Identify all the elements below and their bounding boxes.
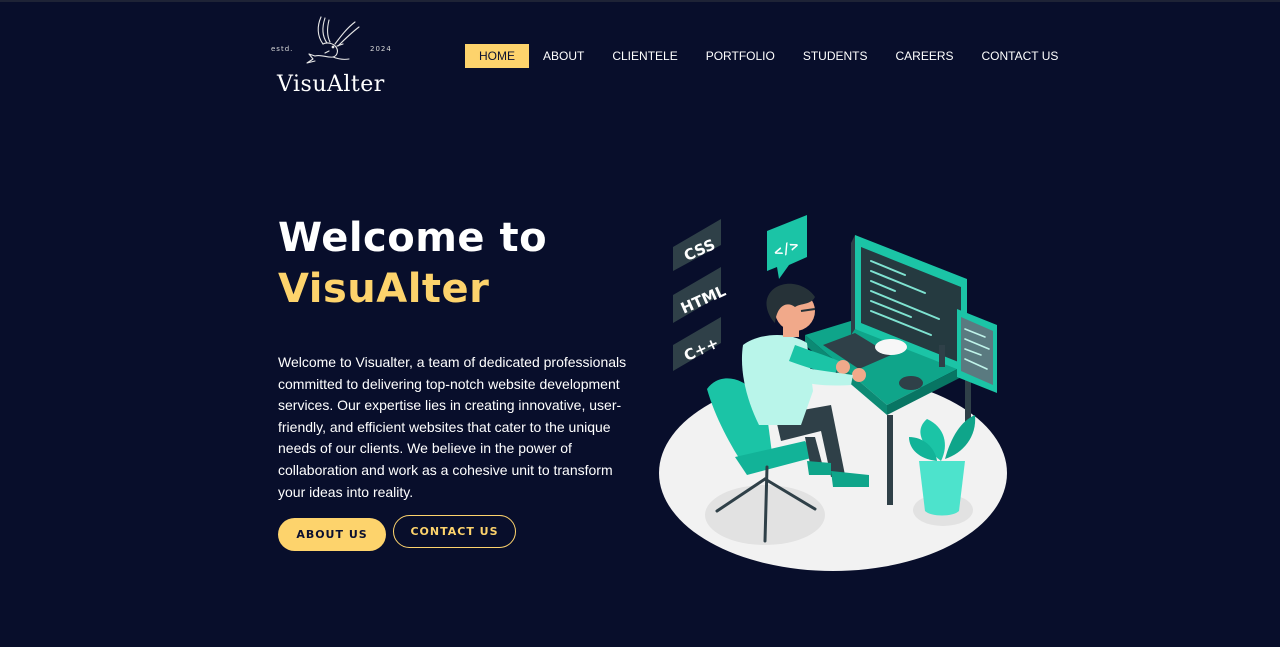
hero-title-brand: VisuAlter (278, 266, 490, 312)
desk-leg (887, 415, 893, 505)
nav-item-careers[interactable]: CAREERS (882, 44, 968, 68)
cpp-tag: C++ (673, 317, 722, 371)
mouse (899, 376, 923, 390)
swallow-bird-icon (306, 16, 360, 64)
css-tag: CSS (673, 219, 721, 271)
contact-us-button[interactable]: CONTACT US (393, 515, 516, 548)
developer-illustration: CSS HTML C++ </> (659, 215, 1007, 571)
hero-title-line1: Welcome to (278, 215, 548, 261)
top-border (0, 0, 1280, 2)
html-tag: HTML (673, 267, 729, 323)
person-hand (836, 360, 850, 374)
nav-item-clientele[interactable]: CLIENTELE (598, 44, 691, 68)
nav-item-home[interactable]: HOME (465, 44, 529, 68)
logo-year-text: 2024 (370, 45, 392, 53)
code-bubble-icon: </> (767, 215, 807, 279)
person-hand-2 (852, 368, 866, 382)
nav-item-students[interactable]: STUDENTS (789, 44, 882, 68)
about-us-button[interactable]: ABOUT US (278, 518, 386, 551)
person-shoe-2 (807, 461, 831, 475)
logo-brand-text: VisuAlter (277, 72, 385, 97)
site-logo[interactable]: estd. 2024 VisuAlter (270, 14, 396, 100)
nav-item-portfolio[interactable]: PORTFOLIO (692, 44, 789, 68)
plant-pot (919, 461, 965, 516)
mug (875, 339, 907, 355)
logo-estd-text: estd. (271, 45, 294, 53)
hero-title: Welcome to VisuAlter (278, 213, 547, 315)
main-nav: HOME ABOUT CLIENTELE PORTFOLIO STUDENTS … (465, 44, 1072, 68)
nav-item-about[interactable]: ABOUT (529, 44, 598, 68)
nav-item-contact-us[interactable]: CONTACT US (968, 44, 1073, 68)
hero-description: Welcome to Visualter, a team of dedicate… (278, 354, 627, 500)
